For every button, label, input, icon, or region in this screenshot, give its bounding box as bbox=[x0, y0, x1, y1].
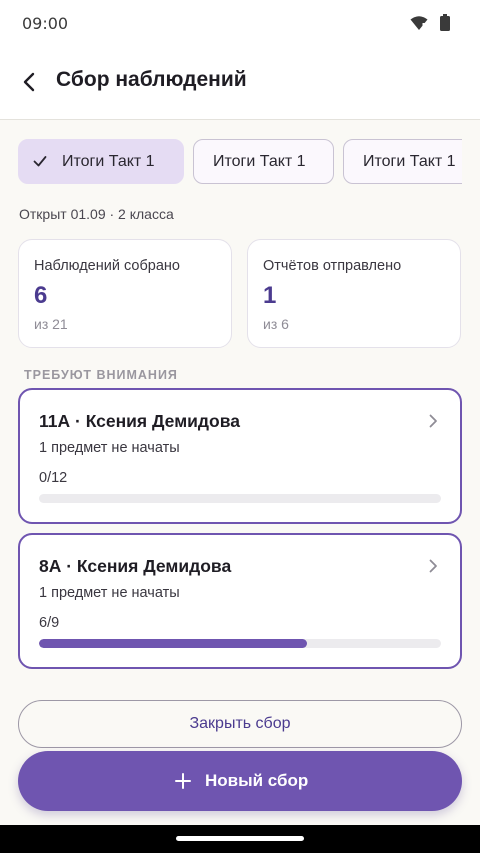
status-bar: 09:00 bbox=[0, 0, 480, 48]
attention-card-subject: 1 предмет не начаты bbox=[39, 440, 180, 456]
chevron-right-icon bbox=[429, 559, 437, 573]
progress-track bbox=[39, 639, 441, 648]
wifi-icon bbox=[410, 16, 428, 31]
chip[interactable]: Итоги Такт 1 bbox=[343, 139, 462, 184]
attention-card-count: 0/12 bbox=[39, 470, 68, 486]
stat-value: 6 bbox=[34, 282, 48, 309]
stat-sub: из 6 bbox=[263, 316, 289, 332]
arrow-back-icon bbox=[23, 72, 35, 92]
chip-label: Итоги Такт 1 bbox=[62, 153, 155, 170]
new-collection-label: Новый сбор bbox=[205, 771, 309, 790]
attention-card[interactable]: 8А · Ксения Демидова 1 предмет не начаты… bbox=[18, 533, 462, 669]
check-icon bbox=[33, 156, 47, 167]
progress-track bbox=[39, 494, 441, 503]
stat-label: Отчётов отправлено bbox=[263, 258, 402, 274]
status-time: 09:00 bbox=[22, 14, 69, 33]
stat-card-observations: Наблюдений собрано 6 из 21 bbox=[18, 239, 232, 348]
chip-label: Итоги Такт 1 bbox=[363, 153, 456, 170]
system-nav-bar bbox=[0, 825, 480, 853]
stat-sub: из 21 bbox=[34, 316, 68, 332]
back-button[interactable] bbox=[10, 62, 50, 102]
attention-card-count: 6/9 bbox=[39, 615, 60, 631]
chip-row[interactable]: Итоги Такт 1 Итоги Такт 1 Итоги Такт 1 bbox=[18, 139, 462, 185]
stat-label: Наблюдений собрано bbox=[34, 258, 180, 274]
attention-card-title: 11А · Ксения Демидова bbox=[39, 411, 240, 431]
close-collection-button[interactable]: Закрыть сбор bbox=[18, 700, 462, 748]
collection-meta: Открыт 01.09 · 2 класса bbox=[19, 206, 174, 222]
stat-card-reports: Отчётов отправлено 1 из 6 bbox=[247, 239, 461, 348]
plus-icon bbox=[175, 773, 191, 789]
chip-selected[interactable]: Итоги Такт 1 bbox=[18, 139, 184, 184]
attention-card-title: 8А · Ксения Демидова bbox=[39, 556, 232, 576]
home-handle[interactable] bbox=[176, 836, 304, 841]
new-collection-button[interactable]: Новый сбор bbox=[18, 751, 462, 811]
attention-card-subject: 1 предмет не начаты bbox=[39, 585, 180, 601]
chip-label: Итоги Такт 1 bbox=[213, 153, 306, 170]
app-bar: Сбор наблюдений bbox=[0, 48, 480, 120]
chevron-right-icon bbox=[429, 414, 437, 428]
chip[interactable]: Итоги Такт 1 bbox=[193, 139, 334, 184]
section-label-attention: ТРЕБУЮТ ВНИМАНИЯ bbox=[24, 368, 178, 382]
progress-fill bbox=[39, 639, 308, 648]
battery-icon bbox=[440, 14, 450, 31]
stat-value: 1 bbox=[263, 282, 277, 309]
page-title: Сбор наблюдений bbox=[56, 68, 247, 91]
attention-card[interactable]: 11А · Ксения Демидова 1 предмет не начат… bbox=[18, 388, 462, 524]
